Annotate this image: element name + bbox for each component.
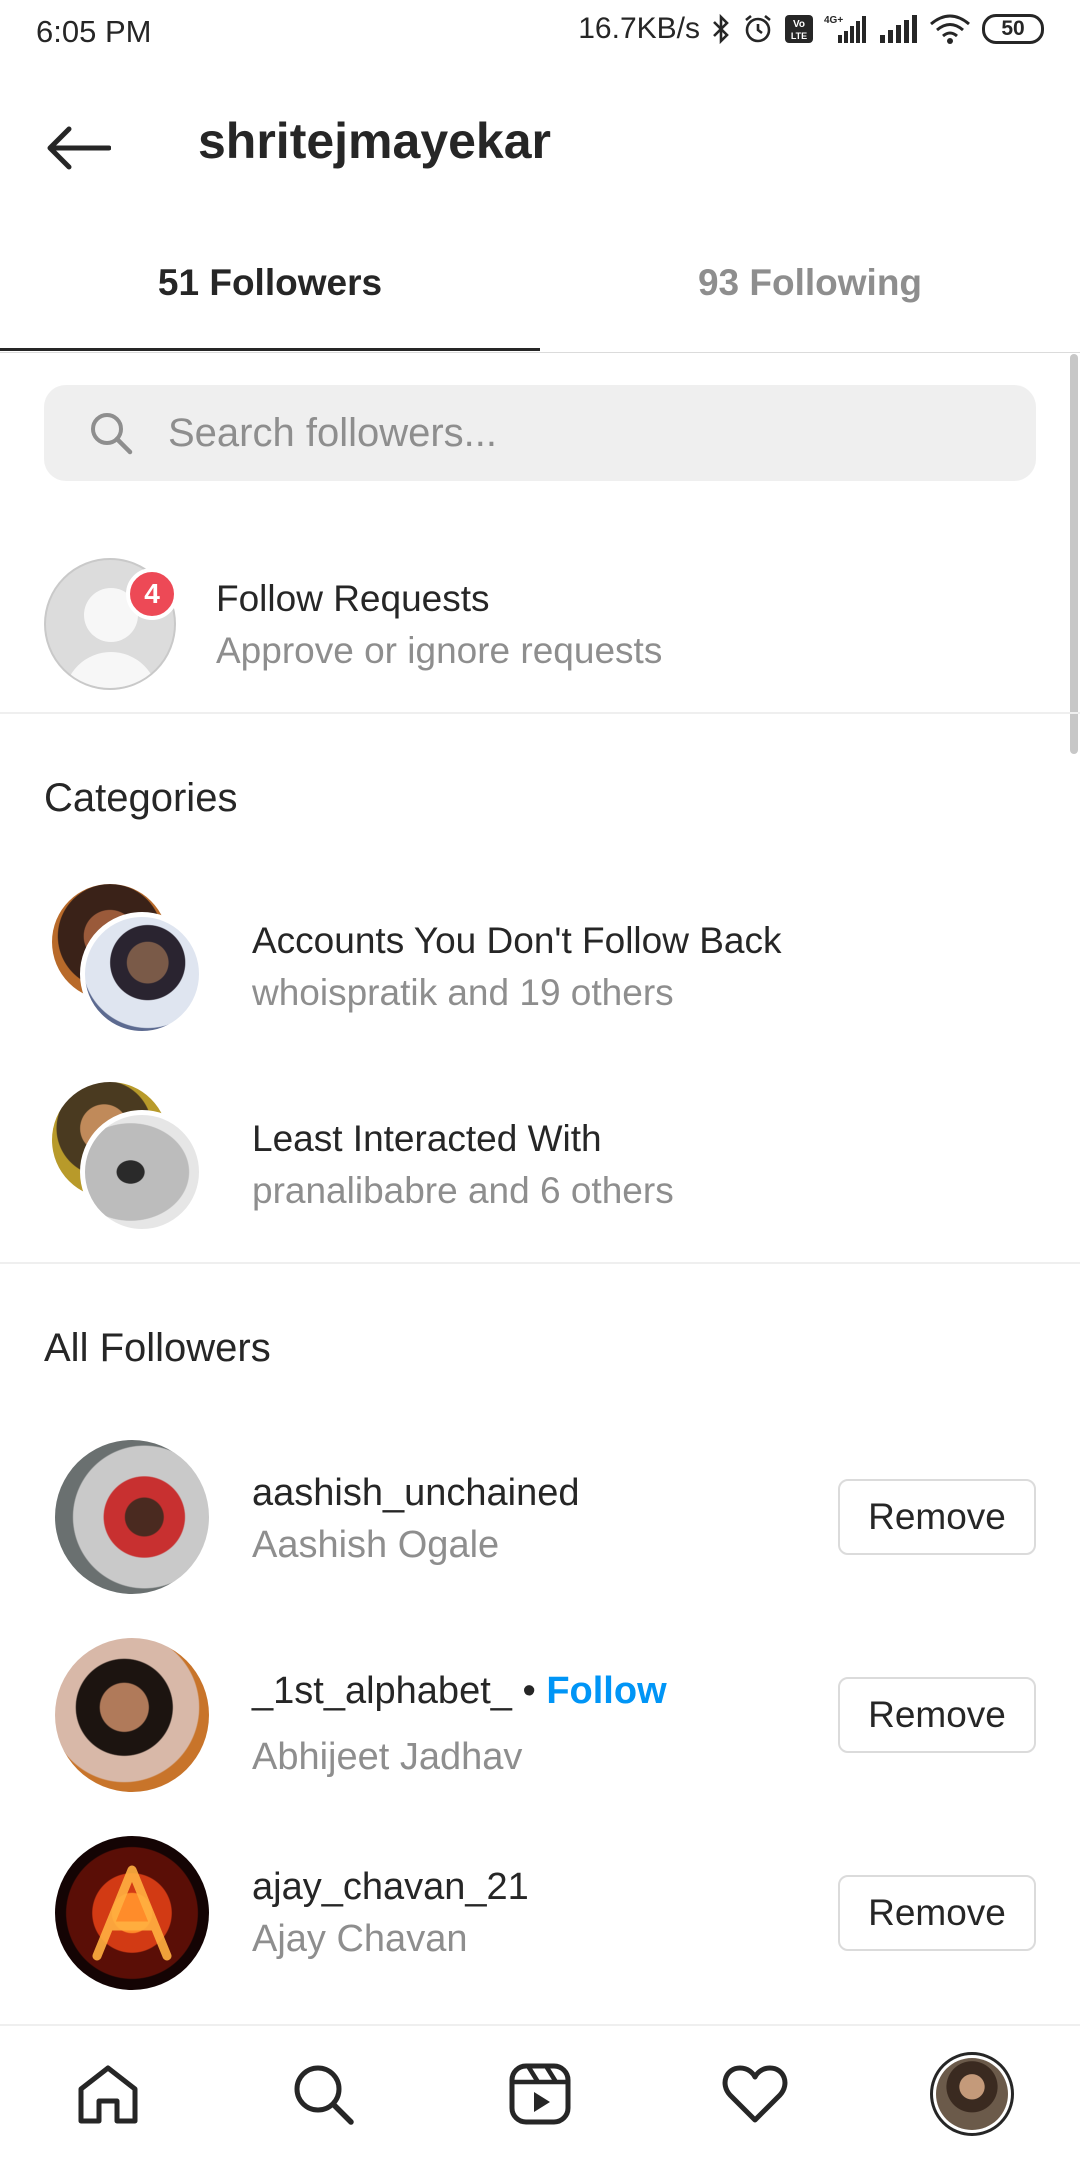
nav-profile-avatar[interactable]	[930, 2052, 1014, 2136]
bluetooth-icon	[710, 13, 732, 45]
alarm-icon	[742, 13, 774, 45]
follower-username-row: _1st_alphabet_ • Follow	[252, 1670, 667, 1713]
follower-full-name: Abhijeet Jadhav	[252, 1736, 523, 1778]
heart-icon	[722, 2065, 788, 2123]
nav-reels[interactable]	[502, 2056, 578, 2132]
follow-requests-subtitle: Approve or ignore requests	[216, 630, 663, 671]
category-subtitle: whoispratik and 19 others	[252, 972, 674, 1013]
remove-button[interactable]: Remove	[838, 1479, 1036, 1555]
network-speed: 16.7KB/s	[578, 12, 700, 45]
signal-icon	[878, 13, 918, 45]
follower-full-name: Ajay Chavan	[252, 1918, 468, 1960]
back-button[interactable]	[40, 118, 116, 178]
divider	[0, 1262, 1080, 1264]
nav-home[interactable]	[70, 2056, 146, 2132]
tab-followers[interactable]: 51 Followers	[0, 262, 540, 304]
tab-divider	[0, 352, 1080, 353]
category-avatar-stack	[48, 884, 208, 1044]
categories-title: Categories	[44, 776, 238, 820]
signal-4g-icon: 4G+	[824, 13, 868, 45]
svg-text:4G+: 4G+	[824, 15, 843, 26]
divider	[0, 712, 1080, 714]
search-icon	[294, 2065, 354, 2125]
separator-dot: •	[511, 1670, 547, 1712]
tab-following[interactable]: 93 Following	[540, 262, 1080, 304]
svg-text:Vo: Vo	[793, 19, 805, 30]
avatar[interactable]	[55, 1638, 209, 1792]
follow-requests-title: Follow Requests	[216, 578, 490, 619]
volte-icon: Vo LTE	[784, 14, 814, 44]
search-icon	[91, 413, 133, 455]
arrow-left-icon	[47, 126, 111, 170]
follower-full-name: Aashish Ogale	[252, 1524, 500, 1566]
battery-icon: 50	[982, 14, 1044, 44]
follower-username[interactable]: _1st_alphabet_	[252, 1670, 512, 1712]
follow-link[interactable]: Follow	[546, 1670, 666, 1712]
search-input[interactable]	[166, 409, 970, 457]
follower-username[interactable]: aashish_unchained	[252, 1472, 580, 1515]
category-subtitle: pranalibabre and 6 others	[252, 1170, 674, 1211]
active-tab-indicator	[0, 348, 540, 351]
all-followers-title: All Followers	[44, 1326, 271, 1370]
follower-username[interactable]: ajay_chavan_21	[252, 1866, 529, 1909]
category-avatar-stack	[48, 1082, 208, 1242]
search-box[interactable]	[44, 385, 1036, 481]
nav-activity[interactable]	[717, 2056, 793, 2132]
home-icon	[78, 2065, 138, 2124]
remove-button[interactable]: Remove	[838, 1875, 1036, 1951]
status-icons: 16.7KB/s Vo LTE 4G+ 50	[578, 12, 1044, 46]
category-title: Least Interacted With	[252, 1118, 602, 1159]
page-title: shritejmayekar	[198, 113, 552, 169]
status-bar: 6:05 PM 16.7KB/s Vo LTE 4G+ 50	[0, 0, 1080, 66]
avatar[interactable]	[55, 1440, 209, 1594]
follow-requests-badge: 4	[126, 568, 178, 620]
wifi-icon	[928, 13, 972, 45]
status-time: 6:05 PM	[36, 14, 152, 49]
avatar[interactable]	[55, 1836, 209, 1990]
nav-search[interactable]	[285, 2056, 361, 2132]
category-title: Accounts You Don't Follow Back	[252, 920, 782, 961]
letter-a-icon	[92, 1865, 172, 1961]
svg-text:LTE: LTE	[791, 31, 807, 41]
avatar	[936, 2058, 1008, 2130]
remove-button[interactable]: Remove	[838, 1677, 1036, 1753]
reels-icon	[509, 2063, 571, 2125]
